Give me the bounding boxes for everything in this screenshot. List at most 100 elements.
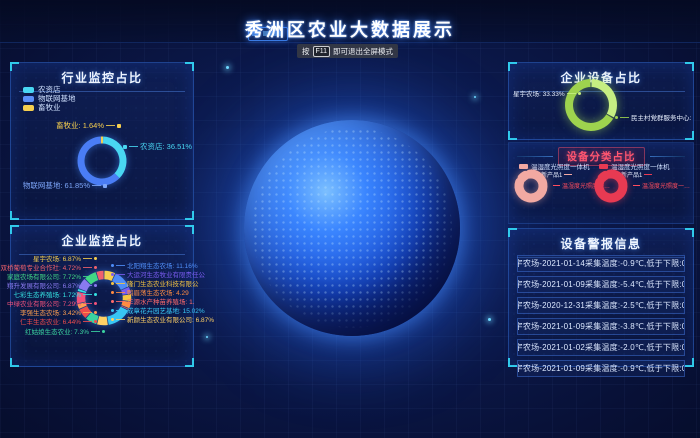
callout-dot [111,273,114,276]
alarm-row: 星宇农场-2021-01-14采集温度:-0.9℃,低于下限:0℃ [517,255,685,272]
sparkle-dot [226,66,229,69]
callout-iot-base: 物联网基地: 61.85% [23,180,107,191]
callout-line [83,321,92,322]
callout-dot [94,275,97,278]
callout-farm: 红姑娘生态农业: 7.3% [25,326,105,336]
sparkle-dot [206,336,208,338]
callout-dot [578,92,581,95]
callout-line [564,174,572,175]
callout-dot [111,309,114,312]
callout-line [553,185,560,186]
callout-dot [111,300,114,303]
legend-swatch [23,87,34,93]
callout-line [116,310,125,311]
callout-line [567,93,576,94]
hint-prefix: 按 [302,46,310,57]
alarm-row: 星宇农场-2021-01-09采集温度:-0.9℃,低于下限:0℃ [517,360,685,377]
callout-dot [111,282,114,285]
callout-farm: 新颜生态农业有限公司: 6.87% [111,314,214,324]
sparkle-dot [488,318,491,321]
callout-dot [615,116,618,119]
alarm-row: 星宇农场-2021-01-02采集温度:-2.0℃,低于下限:0℃ [517,339,685,356]
callout-line [83,267,92,268]
enterprise-panel-title: 企业监控占比 [19,226,185,255]
callout-label: 星宇农场: 33.33% [513,88,565,98]
callout-line [83,285,92,286]
callout-label: 畜牧业: 1.64% [56,120,104,131]
callout-line [633,185,640,186]
callout-line [83,276,92,277]
callout-dot [94,257,97,260]
callout-dot [117,124,121,128]
alarms-panel-title: 设备警报信息 [517,229,685,258]
callout-line [116,283,125,284]
hint-suffix: 即可退出全屏模式 [333,46,393,57]
sparkle-dot [474,96,476,98]
callout-dot [111,291,114,294]
callout-line [116,265,125,266]
callout-line [116,274,125,275]
globe-dot-texture [252,128,452,328]
callout-label: 农资店: 36.51% [140,141,192,152]
dashboard-root: { "colors": { "accent_cyan": "#35e4ff", … [0,0,700,438]
callout-label: 物联网基地: 61.85% [23,180,90,191]
panel-industry-monitor: 行业监控占比 农资店 物联网基地 畜牧业 畜牧业: 1.64% 农资店: 36.… [10,62,194,220]
legend-label: 畜牧业 [38,102,61,113]
page-title: 秀洲区农业大数据展示 [0,16,700,42]
callout-xingyu-farm: 星宇农场: 33.33% [513,88,581,98]
equipment-donut-chart [560,74,622,136]
callout-dot [94,266,97,269]
callout-line [83,294,92,295]
callout-minzhu-center: 民主村党群服务中心: [615,112,691,122]
callout-dot [94,284,97,287]
device-class-redlabel-b: 温湿度光照度一… [631,181,690,190]
callout-livestock: 畜牧业: 1.64% [56,120,121,131]
callout-label: 民主村党群服务中心: [631,112,691,122]
legend-swatch [23,96,34,102]
callout-label: 新颜生态农业有限公司: 6.87% [127,314,214,324]
callout-dot [111,264,114,267]
device-class-donut-b [589,164,633,208]
callout-dot [103,184,107,188]
header: 秀洲区农业大数据展示 [0,0,700,43]
callout-farm: 仁丰生态农业: 6.44% [20,316,97,326]
panel-device-alarms: 设备警报信息 星宇农场-2021-01-14采集温度:-0.9℃,低于下限:0℃… [508,228,694,367]
alarm-row: 星宇农场-2021-01-09采集温度:-3.8℃,低于下限:0℃ [517,318,685,335]
legend-item: 畜牧业 [23,102,61,113]
panel-equipment-ratio: 企业设备占比 星宇农场: 33.33% 民主村党群服务中心: [508,62,694,140]
device-class-donut-a [509,164,553,208]
alarm-list[interactable]: 星宇农场-2021-01-14采集温度:-0.9℃,低于下限:0℃ 星宇农场-2… [517,255,685,381]
callout-dot [94,311,97,314]
panel-enterprise-monitor: 企业监控占比 星宇农场: 6.87% 双桥葡萄专业合作社: 4.72% 家庭农场… [10,225,194,367]
title-line-right [650,156,686,157]
f11-key-badge: F11 [313,46,331,57]
callout-line [83,312,92,313]
legend-swatch [23,105,34,111]
callout-label: 仁丰生态农业: 6.44% [20,316,81,326]
panel-device-classification: 设备分类占比 温湿度光照度一体机 一体机新产品1 温湿度光照度一… 温湿度光照度… [508,142,694,224]
callout-line [116,319,125,320]
callout-line [116,301,125,302]
callout-line [91,331,100,332]
callout-dot [94,302,97,305]
callout-label: 红姑娘生态农业: 7.3% [25,326,89,336]
callout-farm-store: 农资店: 36.51% [123,141,192,152]
callout-line [83,258,92,259]
alarm-row: 星宇农场-2021-01-09采集温度:-5.4℃,低于下限:0℃ [517,276,685,293]
callout-line [620,117,629,118]
callout-dot [111,318,114,321]
callout-line [83,303,92,304]
fullscreen-hint: 按 F11 即可退出全屏模式 [297,44,398,58]
globe-visualization [244,120,460,336]
callout-line [106,125,115,126]
alarm-row: 星宇农场-2020-12-31采集温度:-2.5℃,低于下限:0℃ [517,297,685,314]
callout-dot [102,330,105,333]
callout-label: 温湿度光照度一… [642,181,690,190]
callout-line [129,146,138,147]
callout-line [644,174,652,175]
callout-line [116,292,125,293]
callout-line [92,185,101,186]
callout-dot [94,293,97,296]
title-line-left [517,156,553,157]
callout-dot [123,145,127,149]
